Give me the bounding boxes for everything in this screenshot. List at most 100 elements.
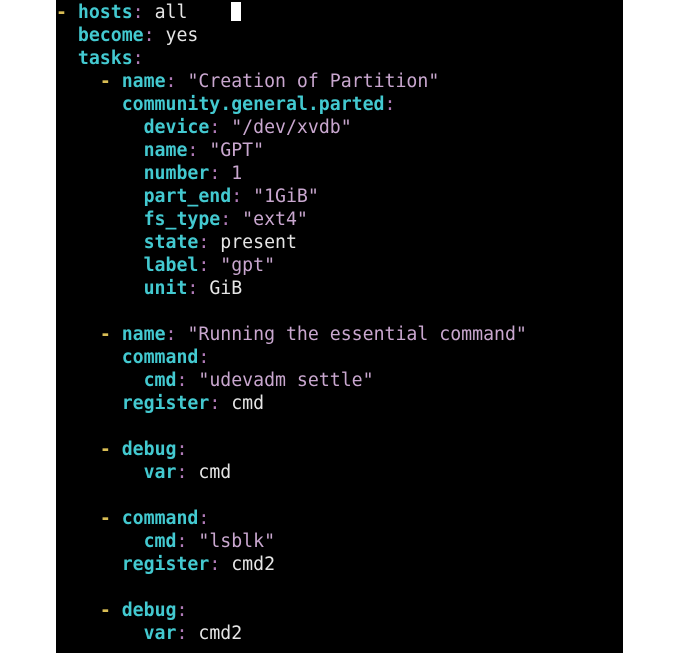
yaml-value: cmd2 [231, 554, 276, 575]
yaml-key: part_end [143, 186, 232, 207]
key-colon: : [132, 2, 144, 23]
key-colon: : [209, 393, 221, 414]
yaml-key: community.general.parted [121, 94, 385, 115]
yaml-value: cmd [231, 393, 265, 414]
key-colon: : [198, 255, 210, 276]
yaml-key: hosts [77, 2, 133, 23]
yaml-key: name [143, 140, 188, 161]
yaml-value: 1 [231, 163, 243, 184]
yaml-value: cmd [198, 462, 232, 483]
key-colon: : [176, 370, 188, 391]
code-line: unit: GiB [56, 277, 527, 300]
yaml-value: present [220, 232, 297, 253]
key-colon: : [176, 439, 188, 460]
code-line: name: "GPT" [56, 139, 527, 162]
yaml-value: cmd2 [198, 623, 243, 644]
code-line: cmd: "udevadm settle" [56, 369, 527, 392]
yaml-key: debug [121, 439, 177, 460]
code-line: fs_type: "ext4" [56, 208, 527, 231]
code-line: register: cmd [56, 392, 527, 415]
code-line: label: "gpt" [56, 254, 527, 277]
yaml-value: "gpt" [220, 255, 276, 276]
yaml-key: fs_type [143, 209, 221, 230]
yaml-key: register [121, 393, 210, 414]
key-colon: : [187, 140, 199, 161]
yaml-key: unit [143, 278, 188, 299]
key-colon: : [198, 508, 210, 529]
code-line: register: cmd2 [56, 553, 527, 576]
code-line: community.general.parted: [56, 93, 527, 116]
yaml-key: command [121, 508, 199, 529]
yaml-key: cmd [143, 370, 177, 391]
code-line: var: cmd2 [56, 622, 527, 645]
yaml-key: device [143, 117, 210, 138]
key-colon: : [132, 48, 144, 69]
yaml-value: "Running the essential command" [187, 324, 527, 345]
yaml-value: "GPT" [209, 140, 265, 161]
list-dash: - [99, 600, 122, 621]
yaml-key: cmd [143, 531, 177, 552]
key-colon: : [198, 347, 210, 368]
text-cursor [231, 2, 242, 21]
list-dash: - [56, 2, 78, 23]
code-line: - name: "Creation of Partition" [56, 70, 527, 93]
yaml-key: become [77, 25, 144, 46]
yaml-value: yes [165, 25, 199, 46]
list-dash: - [99, 71, 122, 92]
yaml-value: "1GiB" [253, 186, 319, 207]
code-line: cmd: "lsblk" [56, 530, 527, 553]
key-colon: : [176, 462, 188, 483]
yaml-key: state [143, 232, 199, 253]
list-dash: - [99, 324, 122, 345]
yaml-key: name [121, 71, 166, 92]
list-dash: - [99, 439, 122, 460]
yaml-key: register [121, 554, 210, 575]
code-line: - debug: [56, 599, 527, 622]
code-line: - debug: [56, 438, 527, 461]
code-line: - hosts: all [56, 1, 527, 24]
yaml-key: command [121, 347, 199, 368]
code-line: tasks: [56, 47, 527, 70]
yaml-key: debug [121, 600, 177, 621]
code-line: become: yes [56, 24, 527, 47]
terminal-window[interactable]: - hosts: all become: yes tasks: - name: … [56, 0, 623, 653]
key-colon: : [143, 25, 155, 46]
code-line: device: "/dev/xvdb" [56, 116, 527, 139]
code-line: var: cmd [56, 461, 527, 484]
code-line: - name: "Running the essential command" [56, 323, 527, 346]
key-colon: : [209, 554, 221, 575]
yaml-value: "ext4" [242, 209, 308, 230]
key-colon: : [384, 94, 396, 115]
key-colon: : [198, 232, 210, 253]
yaml-value: all [154, 2, 188, 23]
yaml-editor[interactable]: - hosts: all become: yes tasks: - name: … [56, 1, 527, 645]
yaml-key: label [143, 255, 199, 276]
code-line: part_end: "1GiB" [56, 185, 527, 208]
yaml-value: "Creation of Partition" [187, 71, 440, 92]
yaml-key: var [143, 462, 177, 483]
key-colon: : [176, 623, 188, 644]
yaml-key: name [121, 324, 166, 345]
